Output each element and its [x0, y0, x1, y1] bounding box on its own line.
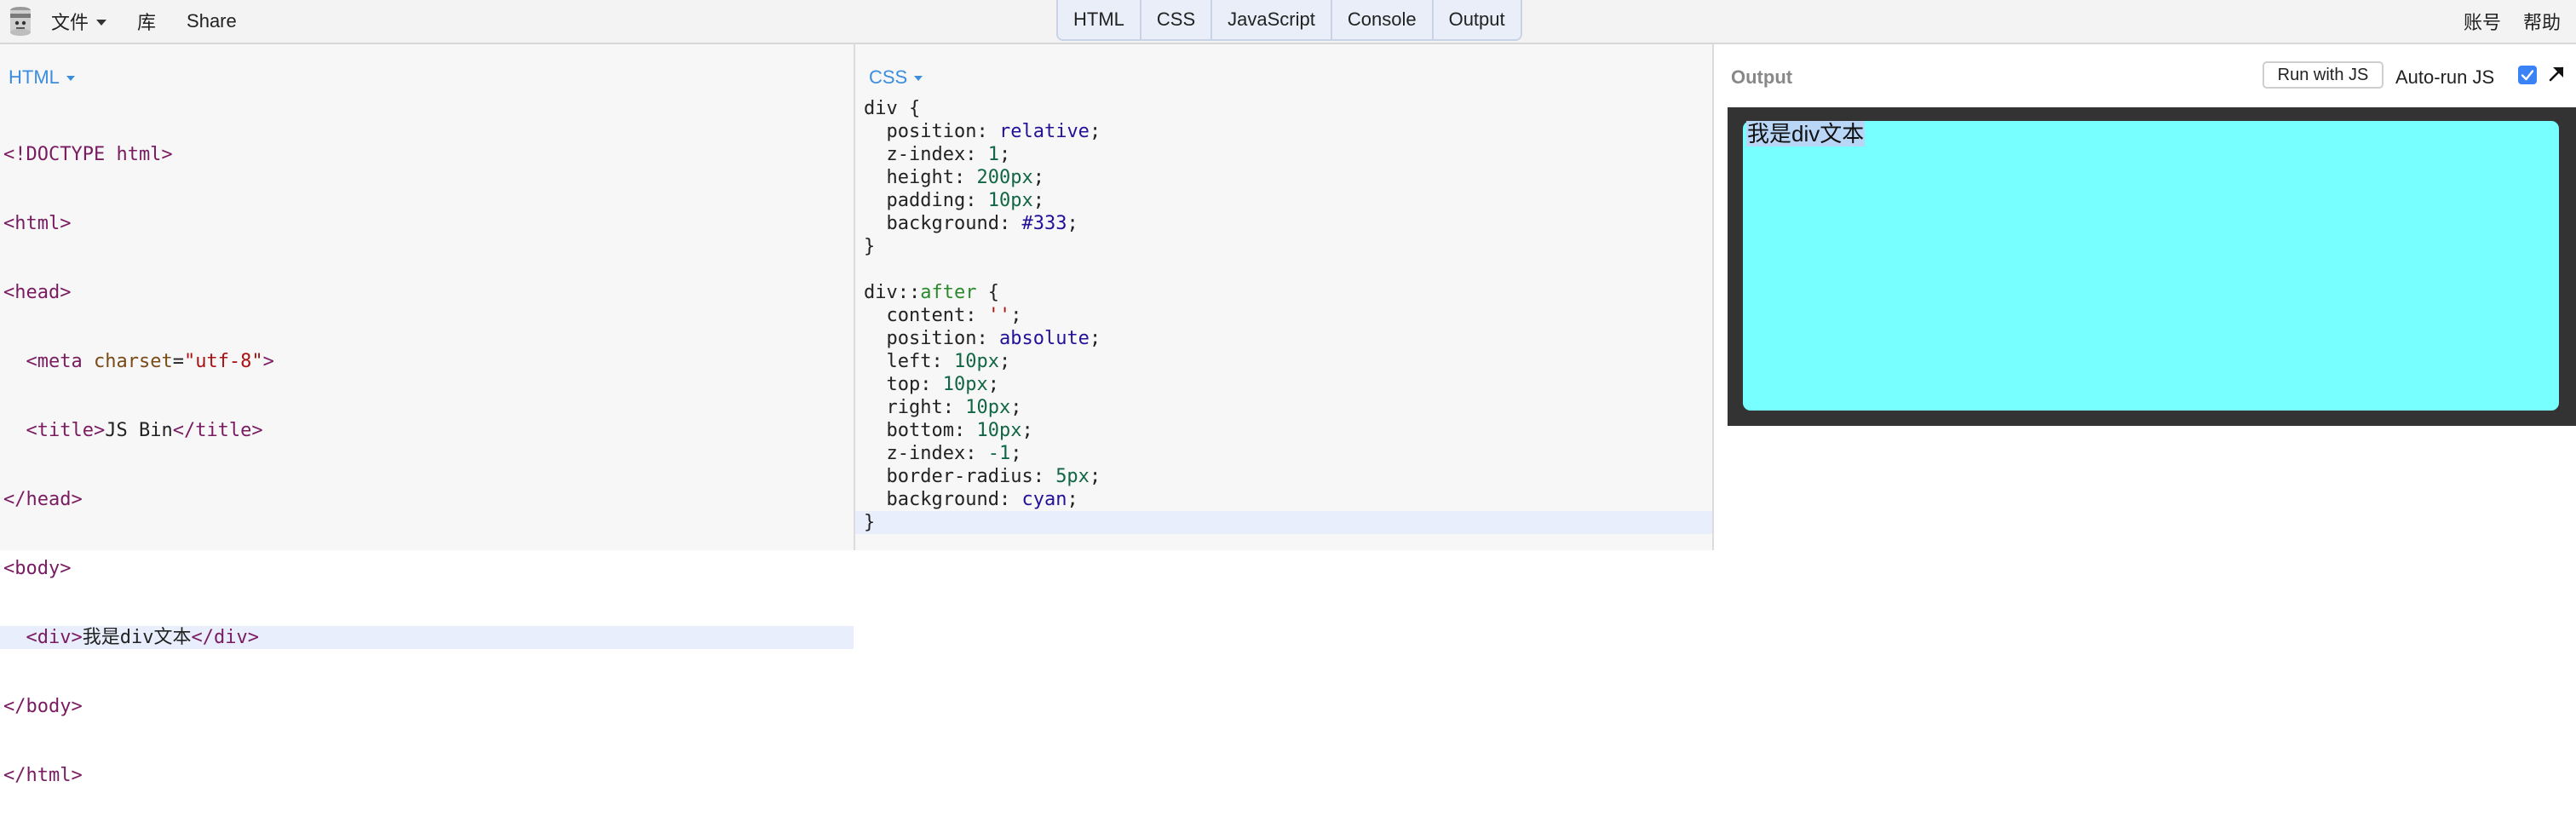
code-line: height: 200px; [886, 167, 1044, 188]
menu-right: 账号 帮助 [2441, 0, 2561, 43]
tab-html[interactable]: HTML [1058, 0, 1141, 39]
tab-javascript[interactable]: JavaScript [1212, 0, 1332, 39]
preview-div-after [1743, 121, 2559, 411]
html-panel-label[interactable]: HTML [9, 66, 75, 89]
menu-library[interactable]: 库 [137, 8, 156, 35]
menu-file[interactable]: 文件 [51, 8, 107, 35]
menu-share-label: Share [187, 10, 237, 32]
css-panel-label[interactable]: CSS [869, 66, 923, 89]
code-line: </head> [3, 489, 83, 510]
code-line: left: 10px; [886, 351, 1011, 372]
caret-down-icon [914, 76, 923, 81]
caret-down-icon [66, 76, 75, 81]
checkmark-icon [2521, 70, 2534, 81]
code-line: <title>JS Bin</title> [26, 420, 263, 441]
code-line: position: relative; [886, 121, 1101, 142]
autorun-label: Auto-run JS [2395, 66, 2495, 88]
code-line: border-radius: 5px; [886, 466, 1101, 487]
html-panel: HTML <!DOCTYPE html> <html> <head> <meta… [0, 44, 855, 786]
code-line: <body> [3, 558, 72, 579]
output-panel-title: Output [1731, 66, 1793, 88]
autorun-checkbox[interactable] [2518, 66, 2537, 84]
menu-account[interactable]: 账号 [2464, 8, 2501, 35]
panel-tabs: HTML CSS JavaScript Console Output [1056, 0, 1522, 41]
code-line: div::after { [864, 282, 999, 303]
code-line: bottom: 10px; [886, 420, 1033, 441]
preview-div-text: 我是div文本 [1746, 121, 1866, 146]
jsbin-logo-icon[interactable] [7, 5, 34, 39]
code-line: background: #333; [886, 213, 1078, 234]
code-line: <meta charset="utf-8"> [26, 351, 274, 372]
code-line: div { [864, 98, 921, 119]
code-line: top: 10px; [886, 374, 999, 395]
code-line: <html> [3, 213, 72, 234]
html-editor[interactable]: <!DOCTYPE html> <html> <head> <meta char… [0, 97, 854, 833]
code-line: </body> [3, 696, 83, 717]
html-panel-label-text: HTML [9, 66, 60, 88]
code-line: <head> [3, 282, 72, 303]
menu-share[interactable]: Share [187, 10, 237, 32]
code-line: padding: 10px; [886, 190, 1044, 211]
code-line-current: <div>我是div文本</div> [0, 626, 854, 649]
run-with-js-button[interactable]: Run with JS [2263, 61, 2383, 89]
tab-output[interactable]: Output [1433, 0, 1521, 39]
menu-file-label: 文件 [51, 12, 89, 33]
code-line: } [864, 236, 876, 257]
css-panel: CSS div { position: relative; z-index: 1… [855, 44, 1714, 550]
tab-console[interactable]: Console [1331, 0, 1434, 39]
output-preview: 我是div文本 [1728, 107, 2576, 426]
code-line: </html> [3, 765, 83, 786]
code-line: position: absolute; [886, 328, 1101, 349]
code-line: <!DOCTYPE html> [3, 144, 173, 165]
css-panel-label-text: CSS [869, 66, 908, 88]
code-line: right: 10px; [886, 397, 1022, 418]
top-bar: 文件 库 Share HTML CSS JavaScript Console O… [0, 0, 2576, 44]
menu-library-label: 库 [137, 12, 157, 33]
expand-arrow-icon[interactable] [2545, 63, 2567, 85]
code-line: z-index: 1; [886, 144, 1011, 165]
menu-help[interactable]: 帮助 [2523, 8, 2561, 35]
tab-css[interactable]: CSS [1141, 0, 1213, 39]
css-editor[interactable]: div { position: relative; z-index: 1; he… [855, 97, 1712, 534]
menu-left: 文件 库 Share [51, 0, 267, 43]
caret-down-icon [96, 19, 107, 26]
output-panel: Output Run with JS Auto-run JS 我是div文本 [1714, 44, 2576, 550]
code-line-current: } [855, 511, 1712, 534]
code-line: content: ''; [886, 305, 1022, 326]
code-line: z-index: -1; [886, 443, 1022, 464]
code-line: background: cyan; [886, 489, 1078, 510]
